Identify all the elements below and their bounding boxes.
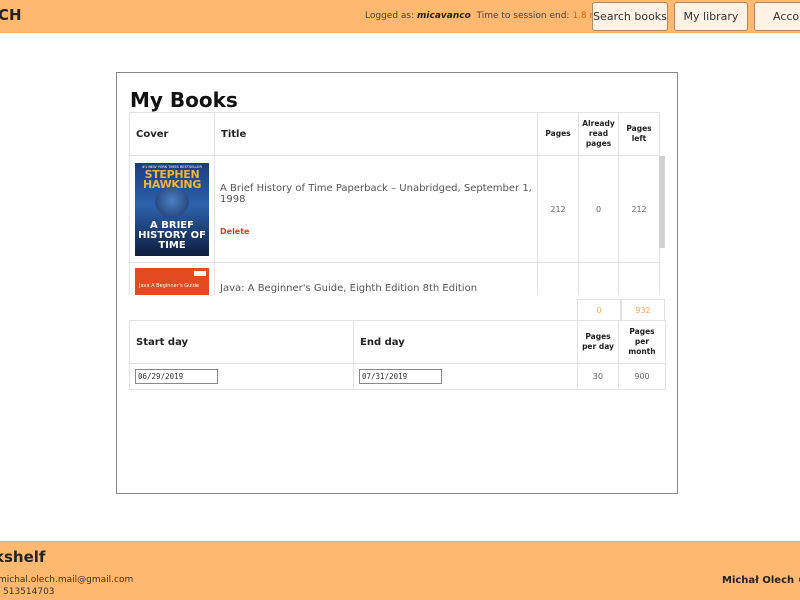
username: micavanco bbox=[417, 11, 471, 21]
cover-title: A BRIEF HISTORY OF TIME bbox=[138, 219, 206, 251]
footer-phone: 513514703 bbox=[3, 587, 55, 597]
my-library-button[interactable]: My library bbox=[674, 2, 748, 31]
reading-schedule-table: Start day End day Pages per day Pages pe… bbox=[129, 320, 666, 390]
page-title: My Books bbox=[130, 88, 238, 112]
books-table-header-row: Cover Title Pages Already read pages Pag… bbox=[129, 112, 660, 156]
read-pages-cell bbox=[578, 262, 619, 295]
book-title[interactable]: Java: A Beginner's Guide, Eighth Edition… bbox=[215, 283, 537, 294]
col-header-cover: Cover bbox=[129, 112, 215, 156]
books-table-scroll-area[interactable]: Cover Title Pages Already read pages Pag… bbox=[129, 112, 665, 295]
col-header-pages-per-month: Pages per month bbox=[618, 320, 666, 364]
book-cover-image[interactable]: #1 NEW YORK TIMES BESTSELLER STEPHEN HAW… bbox=[135, 162, 209, 256]
title-cell: A Brief History of Time Paperback – Unab… bbox=[214, 155, 538, 263]
table-row: Java A Beginner's Guide Java: A Beginner… bbox=[129, 262, 660, 295]
col-header-pages-left: Pages left bbox=[618, 112, 660, 156]
page-footer: kshelf michal.olech.mail@gmail.com 51351… bbox=[0, 541, 800, 600]
pages-left-cell: 212 bbox=[618, 155, 660, 263]
pages-cell bbox=[537, 262, 579, 295]
start-day-cell bbox=[129, 363, 354, 390]
cover-publisher-tag bbox=[194, 271, 206, 276]
top-header: CH Logged as: micavanco Time to session … bbox=[0, 0, 800, 33]
cover-portrait bbox=[155, 186, 189, 217]
col-header-pages: Pages bbox=[537, 112, 579, 156]
end-day-cell bbox=[353, 363, 578, 390]
delete-book-link[interactable]: Delete bbox=[215, 227, 537, 236]
read-pages-cell[interactable]: 0 bbox=[578, 155, 619, 263]
footer-email[interactable]: michal.olech.mail@gmail.com bbox=[0, 575, 133, 585]
pages-left-cell bbox=[618, 262, 660, 295]
books-table-scrollbar[interactable] bbox=[659, 156, 665, 248]
schedule-row: 30 900 bbox=[129, 363, 666, 390]
total-read-pages: 0 bbox=[577, 299, 621, 321]
app-logo[interactable]: CH bbox=[0, 6, 22, 24]
col-header-start-day: Start day bbox=[129, 320, 354, 364]
col-header-title: Title bbox=[214, 112, 538, 156]
total-pages-left: 932 bbox=[621, 299, 665, 321]
totals-row: 0 932 bbox=[577, 299, 665, 321]
session-info: Logged as: micavanco Time to session end… bbox=[365, 11, 606, 21]
footer-brand: kshelf bbox=[0, 548, 46, 566]
book-cover-image[interactable]: Java A Beginner's Guide bbox=[135, 268, 209, 295]
footer-copyright: Michał Olech © bbox=[722, 575, 800, 586]
my-books-panel: My Books Cover Title Pages Already read … bbox=[116, 72, 678, 494]
book-title[interactable]: A Brief History of Time Paperback – Unab… bbox=[215, 183, 537, 205]
col-header-read-pages: Already read pages bbox=[578, 112, 619, 156]
col-header-end-day: End day bbox=[353, 320, 578, 364]
table-row: #1 NEW YORK TIMES BESTSELLER STEPHEN HAW… bbox=[129, 155, 660, 263]
pages-cell: 212 bbox=[537, 155, 579, 263]
end-date-input[interactable] bbox=[359, 369, 442, 384]
search-books-button[interactable]: Search books bbox=[592, 2, 668, 31]
cover-cell: Java A Beginner's Guide bbox=[129, 262, 215, 295]
session-time-label: Time to session end: bbox=[476, 11, 570, 21]
schedule-header-row: Start day End day Pages per day Pages pe… bbox=[129, 320, 666, 364]
start-date-input[interactable] bbox=[135, 369, 218, 384]
col-header-pages-per-day: Pages per day bbox=[577, 320, 619, 364]
title-cell: Java: A Beginner's Guide, Eighth Edition… bbox=[214, 262, 538, 295]
cover-title: Java A Beginner's Guide bbox=[139, 283, 199, 289]
cover-cell: #1 NEW YORK TIMES BESTSELLER STEPHEN HAW… bbox=[129, 155, 215, 263]
pages-per-day-value: 30 bbox=[577, 363, 619, 390]
books-table: Cover Title Pages Already read pages Pag… bbox=[129, 112, 660, 295]
pages-per-month-value: 900 bbox=[618, 363, 666, 390]
account-button[interactable]: Accou bbox=[754, 2, 800, 31]
session-label: Logged as: bbox=[365, 11, 415, 21]
